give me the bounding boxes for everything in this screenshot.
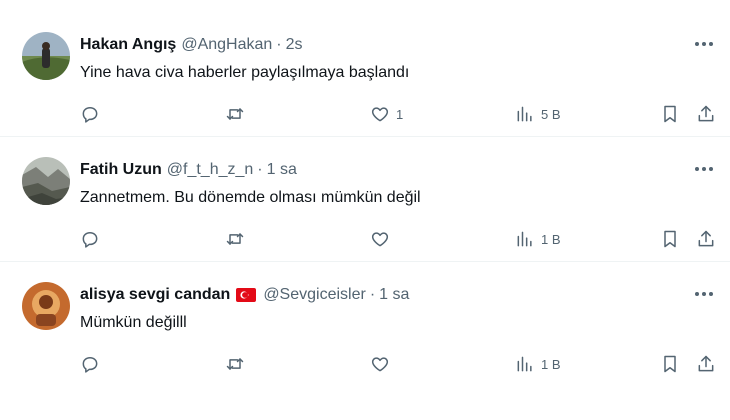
views-button[interactable]: 1 B — [515, 227, 561, 251]
retweet-icon — [226, 358, 244, 370]
view-count: 5 B — [541, 106, 561, 122]
separator-dot: · — [369, 286, 376, 303]
retweet-icon — [226, 108, 244, 120]
bookmark-button[interactable] — [660, 352, 680, 376]
views-bar-chart-icon — [517, 356, 532, 372]
reply-icon — [82, 232, 98, 248]
reply-icon — [82, 107, 98, 123]
tweet[interactable]: alisya sevgi candan @Sevgiceisler · 1 sa… — [0, 262, 730, 386]
views-bar-chart-icon — [517, 106, 532, 122]
share-button[interactable] — [696, 227, 716, 251]
user-handle[interactable]: @AngHakan — [181, 36, 272, 54]
tweet-text: Zannetmem. Bu dönemde olması mümkün deği… — [80, 189, 421, 206]
bookmark-button[interactable] — [660, 102, 680, 126]
user-handle[interactable]: @Sevgiceisler — [263, 286, 366, 304]
reply-button[interactable] — [80, 227, 106, 251]
heart-icon — [371, 107, 389, 122]
heart-icon — [371, 232, 389, 247]
timestamp[interactable]: 1 sa — [379, 286, 409, 304]
timestamp[interactable]: 2s — [286, 36, 303, 54]
like-button[interactable] — [370, 352, 396, 376]
action-bar: 1 B — [80, 227, 716, 251]
tweet-header: Hakan Angış @AngHakan · 2s — [80, 34, 670, 56]
timestamp[interactable]: 1 sa — [267, 161, 297, 179]
display-name[interactable]: alisya sevgi candan — [80, 286, 230, 304]
tweet-header: alisya sevgi candan @Sevgiceisler · 1 sa — [80, 284, 670, 306]
reply-button[interactable] — [80, 102, 106, 126]
reply-feed: Hakan Angış @AngHakan · 2s Yine hava civ… — [0, 0, 730, 386]
user-handle[interactable]: @f_t_h_z_n — [167, 161, 254, 179]
more-dots-icon[interactable] — [692, 284, 716, 304]
retweet-icon — [226, 233, 244, 245]
views-button[interactable]: 5 B — [515, 102, 561, 126]
display-name[interactable]: Fatih Uzun — [80, 161, 162, 179]
share-icon — [698, 230, 714, 247]
reply-button[interactable] — [80, 352, 106, 376]
tweet-header: Fatih Uzun @f_t_h_z_n · 1 sa — [80, 159, 670, 181]
views-button[interactable]: 1 B — [515, 352, 561, 376]
like-button[interactable]: 1 — [370, 102, 403, 126]
views-bar-chart-icon — [517, 231, 532, 247]
avatar[interactable] — [22, 157, 70, 205]
action-bar: 1 5 B — [80, 102, 716, 126]
like-count: 1 — [396, 106, 404, 122]
retweet-button[interactable] — [225, 227, 251, 251]
bookmark-icon — [664, 230, 676, 248]
reply-icon — [82, 357, 98, 373]
display-name[interactable]: Hakan Angış — [80, 36, 176, 54]
more-dots-icon[interactable] — [692, 34, 716, 54]
bookmark-icon — [664, 355, 676, 373]
tweet-text: Mümkün değilll — [80, 314, 187, 331]
avatar[interactable] — [22, 32, 70, 80]
retweet-button[interactable] — [225, 102, 251, 126]
separator-dot: · — [257, 161, 263, 178]
heart-icon — [371, 357, 389, 372]
tweet[interactable]: Hakan Angış @AngHakan · 2s Yine hava civ… — [0, 0, 730, 137]
turkey-flag-icon — [236, 288, 257, 302]
share-icon — [698, 105, 714, 122]
bookmark-button[interactable] — [660, 227, 680, 251]
tweet-text: Yine hava civa haberler paylaşılmaya baş… — [80, 64, 410, 81]
separator-dot: · — [276, 36, 282, 53]
bookmark-icon — [664, 105, 676, 123]
retweet-button[interactable] — [225, 352, 251, 376]
tweet[interactable]: Fatih Uzun @f_t_h_z_n · 1 sa Zannetmem. … — [0, 137, 730, 262]
view-count: 1 B — [541, 356, 561, 372]
like-button[interactable] — [370, 227, 396, 251]
share-button[interactable] — [696, 352, 716, 376]
share-icon — [698, 355, 714, 372]
action-bar: 1 B — [80, 352, 716, 376]
more-dots-icon[interactable] — [692, 159, 716, 179]
view-count: 1 B — [541, 231, 561, 247]
share-button[interactable] — [696, 102, 716, 126]
avatar[interactable] — [22, 282, 70, 330]
